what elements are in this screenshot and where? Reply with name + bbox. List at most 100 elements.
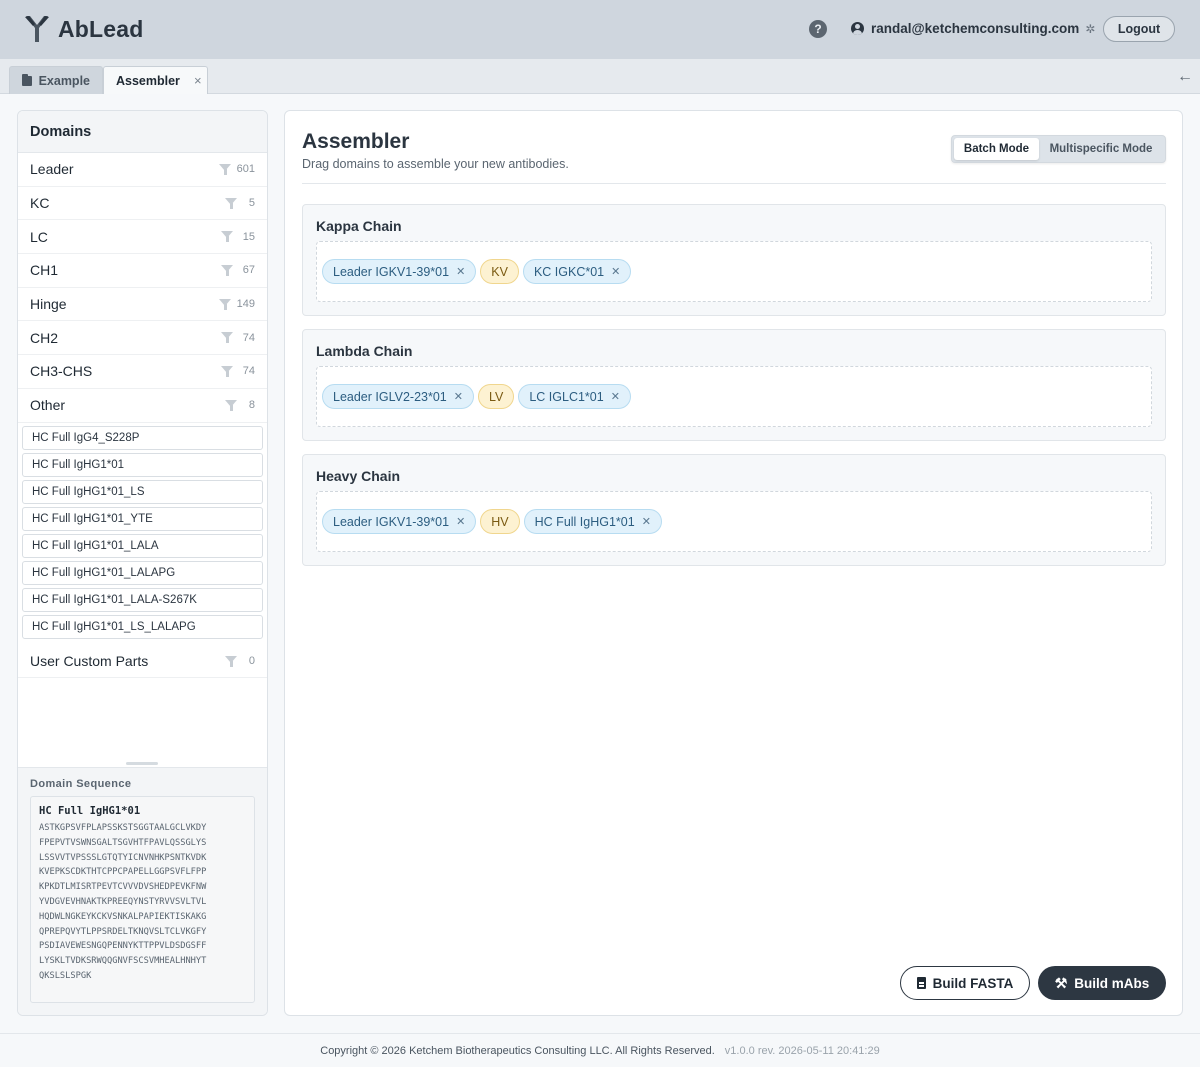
domain-category-ch3-chs[interactable]: CH3-CHS 74: [18, 355, 267, 389]
chip-label: HC Full IgHG1*01: [534, 514, 635, 529]
variable-chip[interactable]: LV: [477, 384, 515, 409]
filter-icon[interactable]: [225, 399, 237, 411]
chain-dropzone[interactable]: Leader IGLV2-23*01 ✕ LV LC IGLC1*01 ✕: [316, 366, 1152, 427]
version-text: v1.0.0 rev. 2026-05-11 20:41:29: [724, 1044, 880, 1057]
domain-item[interactable]: HC Full IgHG1*01_LS_LALAPG: [22, 614, 263, 639]
button-label: Build FASTA: [932, 975, 1014, 991]
filter-icon[interactable]: [225, 197, 237, 209]
domain-item[interactable]: HC Full IgG4_S228P: [22, 425, 263, 450]
category-label: CH1: [30, 262, 59, 279]
domain-category-other[interactable]: Other 8: [18, 389, 267, 423]
chip-label: Leader IGLV2-23*01: [333, 389, 447, 404]
domain-chip[interactable]: Leader IGKV1-39*01 ✕: [322, 259, 477, 284]
domain-item[interactable]: HC Full IgHG1*01_LS: [22, 479, 263, 504]
hammer-icon: ⚒: [1054, 974, 1068, 991]
build-fasta-button[interactable]: Build FASTA: [900, 966, 1030, 1000]
domain-category-lc[interactable]: LC 15: [18, 220, 267, 255]
domain-category-leader[interactable]: Leader 601: [18, 153, 267, 187]
sequence-line: LYSKLTVDKSRWQQGNVFSCSVMHEALHNHYT: [39, 956, 207, 967]
sequence-line: KVEPKSCDKTHTCPPCPAPELLGGPSVFLFPP: [39, 867, 207, 878]
tab-example[interactable]: Example: [9, 66, 103, 94]
other-domain-list: HC Full IgG4_S228P HC Full IgHG1*01 HC F…: [18, 423, 267, 645]
filter-icon[interactable]: [221, 265, 233, 277]
filter-icon[interactable]: [225, 655, 237, 667]
close-icon[interactable]: ✕: [611, 390, 620, 403]
sequence-line: FPEPVTVSWNSGALTSGVHTFPAVLQSSGLYS: [39, 837, 207, 848]
domain-category-ch1[interactable]: CH1 67: [18, 254, 267, 288]
category-count: 601: [236, 163, 255, 176]
close-icon[interactable]: ✕: [642, 515, 651, 528]
chain-dropzone[interactable]: Leader IGKV1-39*01 ✕ HV HC Full IgHG1*01 ✕: [316, 491, 1152, 552]
filter-icon[interactable]: [221, 231, 233, 243]
app-logo[interactable]: AbLead: [24, 14, 144, 44]
variable-chip[interactable]: KV: [480, 259, 519, 284]
batch-mode-button[interactable]: Batch Mode: [954, 138, 1039, 160]
domains-title: Domains: [18, 111, 267, 153]
tab-label: Example: [38, 73, 90, 88]
category-count: 0: [248, 654, 255, 667]
filter-icon[interactable]: [221, 366, 233, 378]
gear-icon[interactable]: ✲: [1085, 22, 1095, 36]
footer: Copyright © 2026 Ketchem Biotherapeutics…: [0, 1033, 1200, 1067]
filter-icon[interactable]: [219, 164, 231, 175]
filter-icon[interactable]: [221, 332, 233, 344]
user-icon: [851, 22, 864, 35]
file-icon: [916, 977, 926, 989]
chip-label: Leader IGKV1-39*01: [333, 514, 450, 529]
user-email: randal@ketchemconsulting.com: [871, 21, 1080, 36]
tab-label: Assembler: [116, 73, 180, 88]
domain-category-hinge[interactable]: Hinge 149: [18, 288, 267, 322]
domain-item[interactable]: HC Full IgHG1*01: [22, 452, 263, 477]
domain-chip[interactable]: LC IGLC1*01 ✕: [518, 384, 631, 409]
help-icon[interactable]: ?: [809, 20, 827, 38]
category-count: 15: [242, 230, 255, 243]
close-icon[interactable]: ✕: [456, 265, 465, 278]
category-count: 74: [242, 331, 255, 344]
folder-icon: [22, 73, 32, 86]
category-label: Hinge: [30, 296, 67, 313]
domain-sequence-panel: Domain Sequence HC Full IgHG1*01 ASTKGPS…: [18, 762, 267, 1015]
mode-toggle: Batch Mode Multispecific Mode: [951, 135, 1166, 163]
domain-item[interactable]: HC Full IgHG1*01_LALA: [22, 533, 263, 558]
chip-label: HV: [491, 514, 509, 529]
domain-category-ch2[interactable]: CH2 74: [18, 321, 267, 356]
domain-item[interactable]: HC Full IgHG1*01_LALA-S267K: [22, 587, 263, 612]
heavy-chain-card: Heavy Chain Leader IGKV1-39*01 ✕ HV HC Fu…: [302, 454, 1166, 566]
close-icon[interactable]: ✕: [611, 265, 620, 278]
assembler-panel: Assembler Drag domains to assemble your …: [284, 110, 1183, 1016]
domain-chip[interactable]: Leader IGKV1-39*01 ✕: [322, 509, 477, 534]
filter-icon[interactable]: [219, 298, 231, 310]
page-title: Assembler: [302, 130, 410, 153]
chip-label: LV: [488, 389, 504, 404]
close-icon[interactable]: ×: [194, 73, 202, 88]
chain-dropzone[interactable]: Leader IGKV1-39*01 ✕ KV KC IGKC*01 ✕: [316, 241, 1152, 302]
domain-item[interactable]: HC Full IgHG1*01_YTE: [22, 506, 263, 531]
build-mabs-button[interactable]: ⚒ Build mAbs: [1038, 966, 1166, 1000]
close-icon[interactable]: ✕: [456, 515, 465, 528]
domain-chip[interactable]: HC Full IgHG1*01 ✕: [523, 509, 662, 534]
chain-title: Lambda Chain: [316, 343, 413, 359]
kappa-chain-card: Kappa Chain Leader IGKV1-39*01 ✕ KV KC IG…: [302, 204, 1166, 316]
logout-button[interactable]: Logout: [1103, 16, 1175, 42]
domain-chip[interactable]: KC IGKC*01 ✕: [522, 259, 632, 284]
app-name: AbLead: [58, 15, 144, 42]
multispecific-mode-button[interactable]: Multispecific Mode: [1039, 138, 1163, 160]
arrow-left-icon[interactable]: ←: [1177, 68, 1193, 86]
domain-chip[interactable]: Leader IGLV2-23*01 ✕: [322, 384, 474, 409]
resize-handle[interactable]: [126, 762, 158, 765]
domain-sequence-label: Domain Sequence: [30, 778, 132, 790]
category-label: LC: [30, 228, 48, 245]
close-icon[interactable]: ✕: [454, 390, 463, 403]
category-label: CH3-CHS: [30, 363, 93, 380]
top-header: AbLead ? randal@ketchemconsulting.com ✲ …: [0, 0, 1200, 59]
category-count: 8: [248, 399, 255, 412]
category-count: 67: [242, 264, 255, 277]
domain-category-kc[interactable]: KC 5: [18, 187, 267, 221]
variable-chip[interactable]: HV: [480, 509, 520, 534]
domain-category-user-custom-parts[interactable]: User Custom Parts 0: [18, 645, 267, 679]
tab-assembler[interactable]: Assembler ×: [103, 66, 208, 94]
category-label: Other: [30, 397, 66, 414]
domain-item[interactable]: HC Full IgHG1*01_LALAPG: [22, 560, 263, 585]
antibody-logo-icon: [25, 16, 49, 42]
user-menu[interactable]: randal@ketchemconsulting.com ✲: [851, 21, 1095, 36]
